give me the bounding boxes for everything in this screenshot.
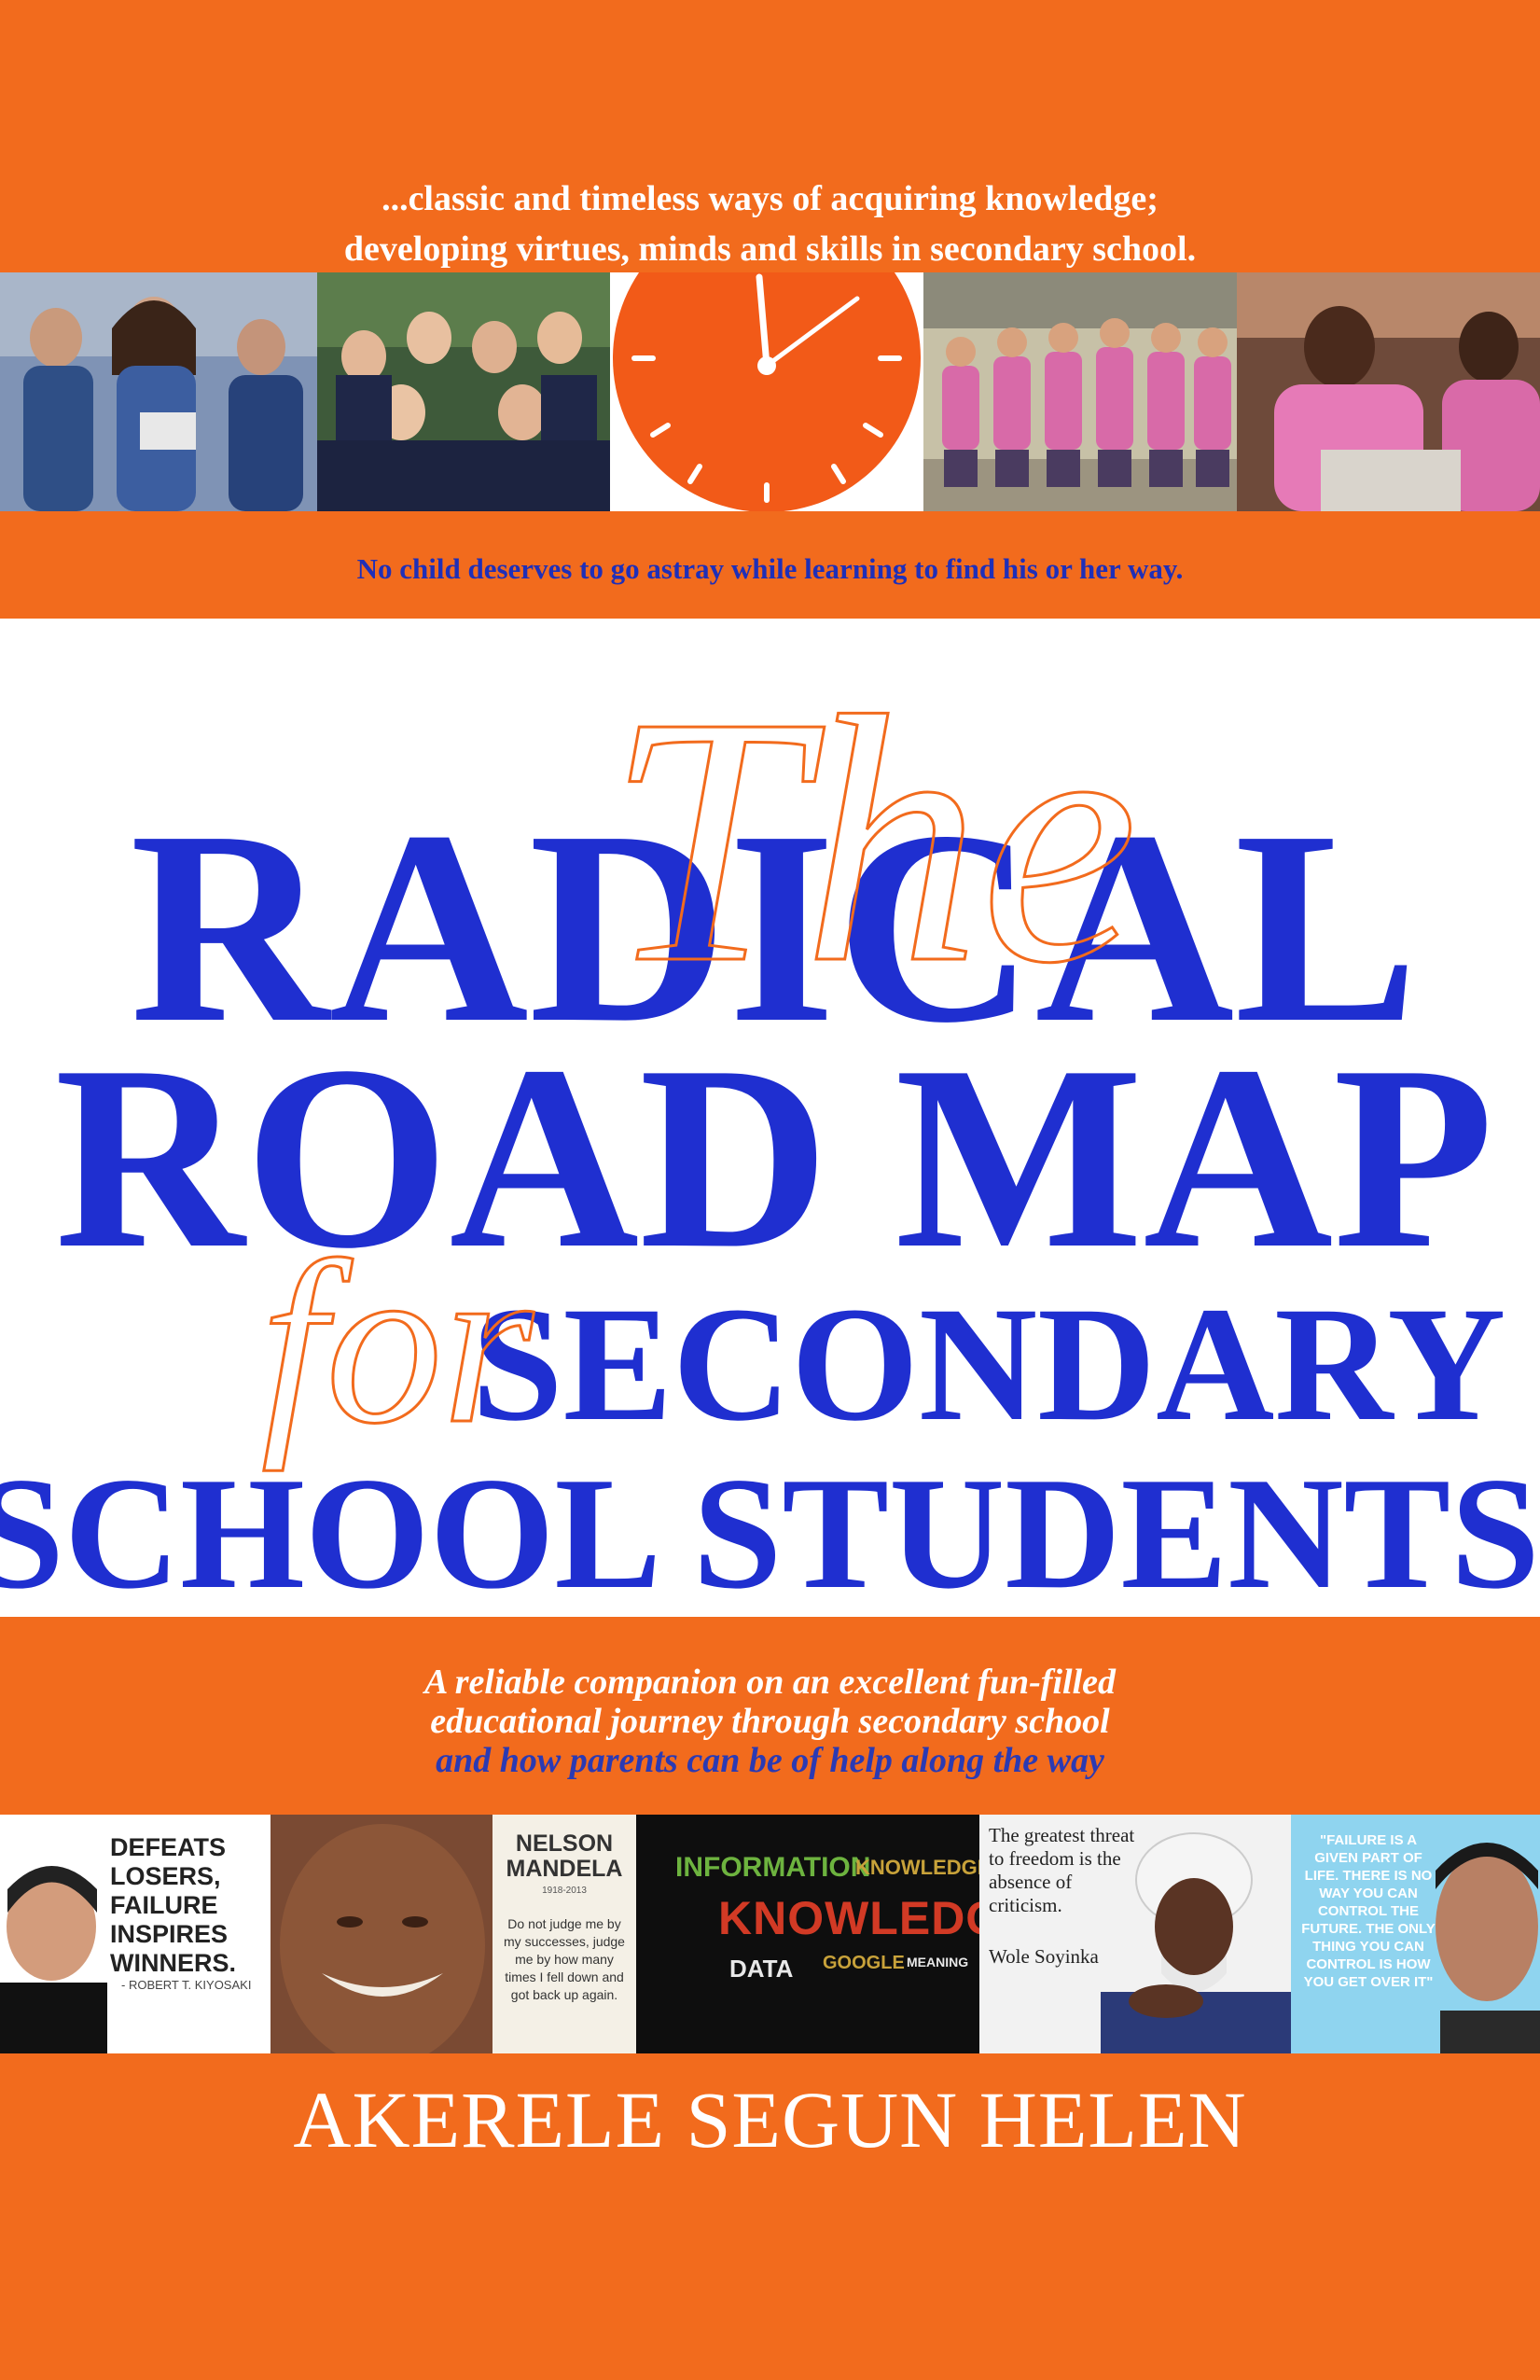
kiyosaki-quote-card: DEFEATS LOSERS, FAILURE INSPIRES WINNERS… (0, 1815, 271, 2053)
top-tagline: ...classic and timeless ways of acquirin… (0, 174, 1540, 274)
clock-icon (610, 272, 923, 511)
students-walking-photo (0, 272, 317, 511)
madhavan-quote-card: "FAILURE IS A GIVEN PART OF LIFE. THERE … (1291, 1815, 1540, 2053)
subtitle-line1: A reliable companion on an excellent fun… (424, 1663, 1116, 1702)
students-group-photo (317, 272, 610, 511)
soyinka-quote-text: The greatest threat to freedom is the ab… (989, 1824, 1135, 1916)
title-secondary: SECONDARY (472, 1274, 1506, 1455)
title-block: RADICAL ROAD MAP SECONDARY SCHOOL STUDEN… (0, 643, 1540, 1618)
author-name: AKERELE SEGUN HELEN (293, 2075, 1247, 2164)
kiyosaki-quote-author: - ROBERT T. KIYOSAKI (121, 1978, 252, 1992)
knowledge-word-cloud: INFORMATION KNOWLEDGE KNOWLEDGE DATA GOO… (636, 1815, 979, 2053)
top-tagline-line1: ...classic and timeless ways of acquirin… (382, 179, 1158, 218)
subtitle-line3: and how parents can be of help along the… (436, 1741, 1104, 1780)
cloud-word-meaning: MEANING (907, 1955, 969, 1969)
madhavan-quote-text: "FAILURE IS A GIVEN PART OF LIFE. THERE … (1301, 1832, 1436, 1990)
mandela-name: NELSON MANDELA (506, 1830, 623, 1882)
middle-tagline: No child deserves to go astray while lea… (356, 552, 1184, 585)
subtitle: A reliable companion on an excellent fun… (0, 1663, 1540, 1780)
top-photo-strip (0, 272, 1540, 511)
cloud-word-data: DATA (729, 1955, 794, 1983)
students-studying-photo (1237, 272, 1540, 511)
book-cover: ...classic and timeless ways of acquirin… (0, 0, 1540, 2380)
title-school-students: SCHOOL STUDENTS (0, 1445, 1540, 1617)
title-script-the: The (606, 644, 1138, 1037)
soyinka-quote-card: The greatest threat to freedom is the ab… (979, 1815, 1291, 2053)
mandela-years: 1918-2013 (542, 1886, 587, 1896)
bottom-quote-strip: DEFEATS LOSERS, FAILURE INSPIRES WINNERS… (0, 1815, 1540, 2053)
cloud-word-knowledge-small: KNOWLEDGE (855, 1856, 979, 1879)
kiyosaki-quote-text: DEFEATS LOSERS, FAILURE INSPIRES WINNERS… (110, 1833, 236, 1977)
students-pink-uniform-photo (923, 272, 1237, 511)
mandela-quote-card: NELSON MANDELA 1918-2013 Do not judge me… (271, 1815, 636, 2053)
title-script-for: for (261, 1214, 534, 1472)
cloud-word-google: GOOGLE (823, 1953, 905, 1973)
cloud-word-knowledge: KNOWLEDGE (718, 1892, 979, 1944)
top-tagline-line2: developing virtues, minds and skills in … (343, 230, 1197, 269)
mandela-quote-text: Do not judge me by my successes, judge m… (504, 1916, 625, 2002)
cloud-word-information: INFORMATION (675, 1852, 871, 1883)
subtitle-line2: educational journey through secondary sc… (430, 1702, 1110, 1741)
soyinka-quote-author: Wole Soyinka (989, 1945, 1099, 1968)
